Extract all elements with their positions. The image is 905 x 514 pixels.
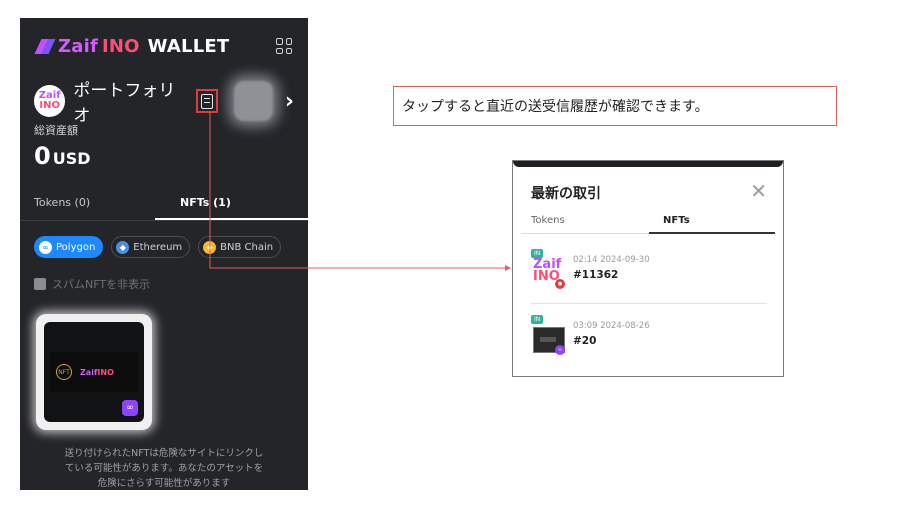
brand-mark-icon (34, 39, 56, 54)
bnb-icon: ◈ (203, 240, 217, 254)
nft-artwork: NFT ZaifINO (50, 352, 138, 392)
spam-warning-text: 送り付けられたNFTは危険なサイトにリンクし ている可能性があります。あなたのア… (34, 446, 294, 490)
polygon-badge-icon: ∞ (122, 400, 138, 416)
total-assets-value: 0 USD (34, 142, 91, 170)
list-item[interactable]: IN Zaif INO ● 02:14 2024-09-30 #11362 (531, 245, 767, 297)
spam-checkbox[interactable] (34, 278, 46, 290)
polygon-icon: ∞ (39, 240, 52, 254)
nft-image: NFT ZaifINO ∞ (44, 322, 144, 422)
warning-line: 送り付けられたNFTは危険なサイトにリンクし (64, 448, 264, 459)
ethereum-icon: ◆ (116, 240, 130, 254)
tab-tokens-history[interactable]: Tokens (531, 215, 565, 226)
total-assets-unit: USD (52, 149, 91, 168)
chain-chip-label: Ethereum (133, 241, 183, 253)
warning-line: 危険にさらす可能性があります (97, 478, 231, 489)
nft-emblem-icon: NFT (56, 364, 72, 380)
nft-art-brand: Zaif (80, 367, 98, 377)
chain-chip-label: BNB Chain (220, 241, 274, 253)
transaction-time: 02:14 2024-09-30 (573, 255, 650, 265)
tab-nfts[interactable]: NFTs (1) (180, 196, 231, 209)
tab-tokens[interactable]: Tokens (0) (34, 196, 90, 209)
brand-zaif: Zaif (58, 36, 98, 57)
nft-card[interactable]: NFT ZaifINO ∞ (36, 314, 152, 430)
spam-filter-toggle[interactable]: スパムNFTを非表示 (34, 276, 150, 292)
direction-badge: IN (531, 315, 544, 324)
portfolio-header: Zaif INO ポートフォリオ › (34, 81, 294, 126)
list-divider (531, 303, 767, 304)
recent-transactions-panel: 最新の取引 ✕ Tokens NFTs IN Zaif INO ● 02:14 … (512, 160, 784, 377)
account-avatar[interactable] (233, 81, 273, 121)
tab-active-indicator (155, 218, 308, 220)
transaction-time: 03:09 2024-08-26 (573, 321, 650, 331)
chain-filter: ∞ Polygon ◆ Ethereum ◈ BNB Chain (34, 236, 282, 258)
instruction-callout: タップすると直近の送受信履歴が確認できます。 (393, 86, 837, 126)
nft-thumbnail: IN Zaif INO ● (531, 249, 565, 289)
spam-filter-label: スパムNFTを非表示 (52, 278, 151, 291)
tab-active-indicator (649, 232, 775, 234)
transaction-token-id: #20 (573, 335, 597, 347)
warning-line: ている可能性があります。あなたのアセットを (64, 463, 264, 474)
nft-art-text: ZaifINO (80, 368, 114, 377)
panel-top-bar (513, 161, 783, 167)
chain-chip-label: Polygon (56, 241, 96, 253)
receipt-icon[interactable] (196, 89, 218, 113)
wallet-phone-screen: Zaif INO WALLET Zaif INO ポートフォリオ › 総資産額 0… (20, 18, 308, 490)
list-item[interactable]: IN ∞ 03:09 2024-08-26 #20 (531, 311, 767, 363)
transaction-token-id: #11362 (573, 269, 619, 281)
brand-wallet: WALLET (147, 36, 230, 57)
total-assets-label: 総資産額 (34, 124, 78, 137)
avatar-logo-bottom: INO (39, 100, 60, 111)
polygon-badge-icon: ∞ (555, 345, 565, 355)
app-logo: Zaif INO WALLET (34, 36, 230, 57)
chain-chip-bnb[interactable]: ◈ BNB Chain (198, 236, 282, 258)
total-assets-number: 0 (34, 142, 51, 170)
tab-nfts-history[interactable]: NFTs (663, 215, 690, 226)
asset-tabs: Tokens (0) NFTs (1) (20, 192, 308, 221)
portfolio-title: ポートフォリオ (73, 81, 176, 126)
close-icon[interactable]: ✕ (750, 179, 767, 203)
avatar: Zaif INO (34, 85, 66, 117)
chain-chip-ethereum[interactable]: ◆ Ethereum (111, 236, 191, 258)
brand-ino: INO (102, 36, 140, 57)
chain-chip-polygon[interactable]: ∞ Polygon (34, 236, 104, 258)
chain-badge-icon: ● (555, 279, 565, 289)
grid-icon[interactable] (276, 38, 292, 54)
nft-thumbnail: IN ∞ (531, 315, 565, 355)
panel-title: 最新の取引 (531, 186, 601, 202)
nft-art-ino: INO (97, 367, 114, 377)
chevron-right-icon[interactable]: › (285, 89, 294, 114)
